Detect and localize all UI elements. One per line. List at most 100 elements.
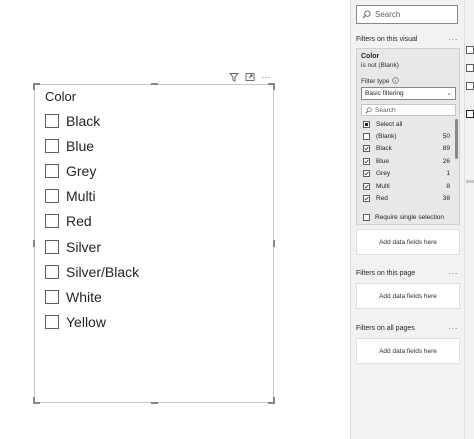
- more-options-icon[interactable]: ···: [260, 72, 272, 83]
- checkbox[interactable]: [363, 170, 370, 178]
- checkbox[interactable]: [45, 214, 59, 229]
- visual-type-icon[interactable]: [466, 110, 474, 118]
- slicer-item[interactable]: Black: [45, 108, 139, 133]
- slicer-item-label: Multi: [66, 188, 96, 205]
- slicer-item-label: White: [66, 288, 102, 305]
- filter-value-row[interactable]: Grey 1: [361, 168, 456, 180]
- slicer-item[interactable]: Silver: [45, 234, 139, 259]
- resize-handle-top-right[interactable]: [268, 83, 275, 90]
- add-data-fields-page[interactable]: Add data fields here: [356, 283, 460, 309]
- slicer-item[interactable]: Grey: [45, 158, 139, 183]
- visualizations-pane-edge: [464, 0, 474, 439]
- checkbox[interactable]: [45, 289, 59, 304]
- slicer-item[interactable]: Multi: [45, 184, 139, 209]
- checkbox[interactable]: [45, 315, 59, 330]
- filter-icon[interactable]: [228, 72, 239, 83]
- checkbox[interactable]: [363, 120, 370, 128]
- checkbox[interactable]: [45, 138, 59, 153]
- filter-value-label: Red: [376, 195, 388, 203]
- filter-value-row[interactable]: Black 89: [361, 143, 456, 155]
- filter-value-count: 38: [442, 195, 450, 203]
- filters-search-input[interactable]: Search: [356, 5, 458, 24]
- filter-value-list: Select all (Blank) 50 Black 89 Blue 26 Grey…: [361, 118, 456, 216]
- filter-value-label: Multi: [376, 182, 390, 190]
- filter-value-label: Grey: [376, 170, 391, 178]
- checkbox[interactable]: [363, 195, 370, 203]
- require-single-selection-option[interactable]: Require single selection: [361, 214, 444, 221]
- filter-type-label-row: Filter type: [361, 77, 399, 86]
- chevron-down-icon: ⌄: [446, 90, 452, 97]
- resize-handle-right[interactable]: [273, 240, 275, 247]
- search-icon: [365, 101, 372, 119]
- more-options-icon[interactable]: ···: [449, 269, 459, 278]
- slicer-item-label: Silver: [66, 238, 102, 255]
- filter-value-count: 1: [446, 170, 450, 178]
- checkbox[interactable]: [45, 239, 59, 254]
- checkbox[interactable]: [363, 214, 370, 221]
- slicer-item-label: Yellow: [66, 314, 106, 331]
- filter-type-dropdown[interactable]: Basic filtering ⌄: [361, 87, 456, 100]
- filter-values-search-input[interactable]: Search: [361, 104, 456, 116]
- filter-value-row[interactable]: Red 38: [361, 192, 456, 204]
- slicer-item-label: Black: [66, 112, 101, 129]
- color-slicer[interactable]: Color Black Blue Grey Multi Red Silver S…: [33, 83, 275, 404]
- filter-value-row[interactable]: (Blank) 50: [361, 130, 456, 142]
- more-options-icon[interactable]: ···: [449, 35, 459, 44]
- add-data-fields-all-pages[interactable]: Add data fields here: [356, 338, 460, 364]
- filter-value-label: (Blank): [376, 133, 397, 141]
- filter-field-name: Color: [361, 53, 380, 60]
- resize-handle-bottom-right[interactable]: [268, 397, 275, 404]
- visual-type-icon[interactable]: [466, 46, 474, 54]
- slicer-item-label: Silver/Black: [66, 263, 140, 280]
- filter-value-count: 8: [446, 182, 450, 190]
- require-single-selection-label: Require single selection: [375, 214, 445, 221]
- checkbox[interactable]: [45, 264, 59, 279]
- filter-value-label: Black: [376, 145, 392, 153]
- filter-condition: is not (Blank): [361, 62, 399, 69]
- filter-value-count: 50: [442, 133, 450, 141]
- filters-pane: Search Filters on this visual ··· Color …: [350, 0, 464, 439]
- resize-handle-top-left[interactable]: [33, 83, 40, 90]
- info-icon[interactable]: [391, 77, 399, 86]
- filter-value-row[interactable]: Blue 26: [361, 155, 456, 167]
- slicer-item[interactable]: White: [45, 284, 139, 309]
- slicer-title: Color: [45, 89, 77, 104]
- slicer-item[interactable]: Blue: [45, 133, 139, 158]
- section-title-all-pages: Filters on all pages: [356, 325, 415, 332]
- filter-value-row[interactable]: Select all: [361, 118, 456, 130]
- section-title-visual: Filters on this visual: [356, 36, 418, 43]
- filter-type-label: Filter type: [361, 78, 390, 85]
- slicer-item[interactable]: Yellow: [45, 310, 139, 335]
- visual-type-icon[interactable]: [466, 82, 474, 90]
- checkbox[interactable]: [45, 163, 59, 178]
- filter-value-label: Select all: [376, 120, 403, 128]
- focus-mode-icon[interactable]: [244, 72, 255, 83]
- filter-value-count: 26: [442, 157, 450, 165]
- filter-list-scrollbar[interactable]: [455, 119, 458, 159]
- resize-handle-left[interactable]: [33, 240, 35, 247]
- slicer-item-label: Blue: [66, 137, 95, 154]
- slicer-item-label: Red: [66, 213, 92, 230]
- report-canvas: ··· Color Black Blue Grey Multi Red Silv…: [0, 0, 350, 439]
- filter-card-color[interactable]: Color is not (Blank) Filter type Basic f…: [356, 48, 460, 225]
- checkbox[interactable]: [363, 182, 370, 190]
- checkbox[interactable]: [363, 133, 370, 141]
- checkbox[interactable]: [363, 157, 370, 165]
- checkbox[interactable]: [363, 145, 370, 153]
- resize-handle-top[interactable]: [151, 83, 158, 85]
- section-title-page: Filters on this page: [356, 270, 416, 277]
- filter-value-label: Blue: [376, 157, 390, 165]
- checkbox[interactable]: [45, 189, 59, 204]
- checkbox[interactable]: [45, 113, 59, 128]
- visual-header: ···: [228, 70, 272, 84]
- resize-handle-bottom[interactable]: [151, 402, 158, 404]
- more-options-icon[interactable]: ···: [449, 324, 459, 333]
- filter-value-row[interactable]: Multi 8: [361, 180, 456, 192]
- slicer-item[interactable]: Silver/Black: [45, 259, 139, 284]
- search-placeholder: Search: [375, 10, 401, 19]
- filter-value-count: 89: [442, 145, 450, 153]
- slicer-item[interactable]: Red: [45, 209, 139, 234]
- resize-handle-bottom-left[interactable]: [33, 397, 40, 404]
- visual-type-icon[interactable]: [466, 64, 474, 72]
- add-data-fields-visual[interactable]: Add data fields here: [356, 229, 460, 255]
